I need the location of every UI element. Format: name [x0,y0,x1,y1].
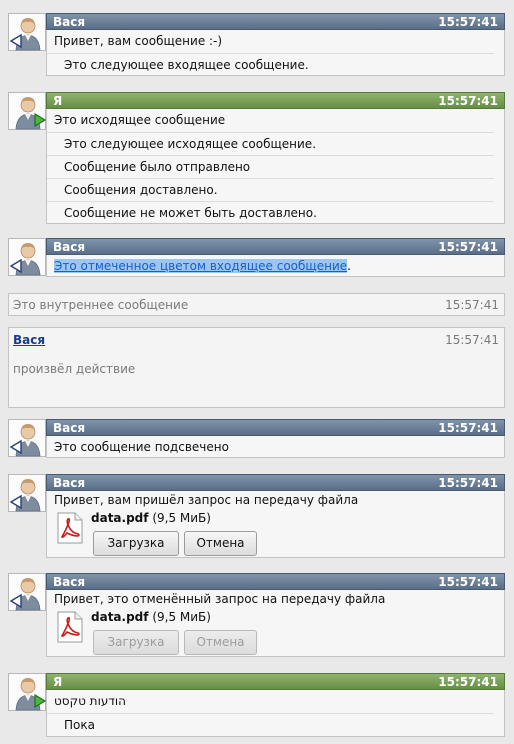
message-text: הודעות טקסט [54,694,127,708]
timestamp: 15:57:41 [445,333,499,347]
timestamp: 15:57:41 [438,15,498,29]
message-body: Это исходящее сообщение Это следующее ис… [46,109,505,224]
avatar[interactable] [8,92,47,130]
message-header: Вася 15:57:41 [46,474,505,491]
timestamp: 15:57:41 [438,675,498,689]
action-text: произвёл действие [13,362,136,376]
sender-name[interactable]: Вася [53,420,85,437]
timestamp: 15:57:41 [445,298,499,312]
message-header: Я 15:57:41 [46,673,505,690]
outgoing-arrow-icon [34,112,47,128]
sender-name[interactable]: Вася [53,14,85,31]
message-text: Привет, вам сообщение :-) [54,34,223,48]
outgoing-arrow-icon [34,693,47,709]
avatar[interactable] [8,419,46,457]
message-body: Привет, вам сообщение :-) Это следующее … [46,30,505,76]
message-body: הודעות טקסט Пока [46,690,505,737]
message-body: Привет, вам пришёл запрос на передачу фа… [46,491,505,558]
message-body: Это сообщение подсвечено [46,436,505,458]
avatar[interactable] [8,673,47,711]
file-attachment: data.pdf (9,5 МиБ) Загрузка Отмена [55,609,504,655]
action-message: Вася 15:57:41 произвёл действие [8,327,505,408]
incoming-arrow-icon [9,494,22,510]
incoming-arrow-icon [9,439,22,455]
file-size: (9,5 МиБ) [152,610,211,624]
sender-name[interactable]: Я [53,93,62,110]
incoming-arrow-icon [9,593,22,609]
message-text: Пока [47,713,494,736]
file-info: data.pdf (9,5 МиБ) [91,610,211,624]
message-header: Вася 15:57:41 [46,573,505,590]
message-outgoing: Я 15:57:41 הודעות טקסט Пока [8,673,505,737]
message-file-cancelled: Вася 15:57:41 Привет, это отменённый зап… [8,573,505,657]
message-incoming: Вася 15:57:41 Это сообщение подсвечено [8,419,505,459]
message-text: Это следующее входящее сообщение. [47,53,494,76]
timestamp: 15:57:41 [438,421,498,435]
incoming-arrow-icon [9,33,22,49]
sender-name[interactable]: Вася [53,574,85,591]
incoming-arrow-icon [9,258,22,274]
message-text: Сообщения доставлено. [47,178,494,201]
avatar[interactable] [8,573,46,611]
timestamp: 15:57:41 [438,476,498,490]
sender-name[interactable]: Вася [53,475,85,492]
timestamp: 15:57:41 [438,575,498,589]
pdf-file-icon [57,611,83,643]
file-size: (9,5 МиБ) [152,511,211,525]
message-text: Это отмеченное цветом входящее сообщение… [54,259,351,273]
message-text: Это сообщение подсвечено [54,440,229,454]
cancel-button[interactable]: Отмена [184,531,257,556]
message-text: Сообщение не может быть доставлено. [47,201,494,224]
file-info: data.pdf (9,5 МиБ) [91,511,211,525]
message-header: Вася 15:57:41 [46,419,505,436]
message-header: Я 15:57:41 [46,92,505,109]
file-name[interactable]: data.pdf [91,610,148,624]
pdf-file-icon [57,512,83,544]
message-header: Вася 15:57:41 [46,13,505,30]
internal-message: Это внутреннее сообщение 15:57:41 [8,293,505,316]
message-text: Это следующее исходящее сообщение. [47,132,494,155]
avatar[interactable] [8,474,46,512]
message-incoming-highlighted: Вася 15:57:41 Это отмеченное цветом вход… [8,238,505,278]
sender-name[interactable]: Я [53,674,62,691]
message-text: Это исходящее сообщение [54,113,226,127]
action-sender[interactable]: Вася [13,333,45,347]
message-incoming: Вася 15:57:41 Привет, вам сообщение :-) … [8,13,505,76]
avatar[interactable] [8,13,46,51]
message-outgoing: Я 15:57:41 Это исходящее сообщение Это с… [8,92,505,224]
file-name[interactable]: data.pdf [91,511,148,525]
avatar[interactable] [8,238,46,276]
internal-text: Это внутреннее сообщение [13,298,189,312]
timestamp: 15:57:41 [438,240,498,254]
download-button[interactable]: Загрузка [93,531,179,556]
message-header: Вася 15:57:41 [46,238,505,255]
message-file-request: Вася 15:57:41 Привет, вам пришёл запрос … [8,474,505,558]
sender-name[interactable]: Вася [53,239,85,256]
message-text: Привет, это отменённый запрос на передач… [54,592,386,606]
message-text: Привет, вам пришёл запрос на передачу фа… [54,493,359,507]
message-body: Это отмеченное цветом входящее сообщение… [46,255,505,277]
timestamp: 15:57:41 [438,94,498,108]
file-attachment: data.pdf (9,5 МиБ) Загрузка Отмена [55,510,504,556]
message-text: Сообщение было отправлено [47,155,494,178]
cancel-button: Отмена [184,630,257,655]
highlighted-text[interactable]: Это отмеченное цветом входящее сообщение [54,259,348,273]
download-button: Загрузка [93,630,179,655]
message-body: Привет, это отменённый запрос на передач… [46,590,505,657]
